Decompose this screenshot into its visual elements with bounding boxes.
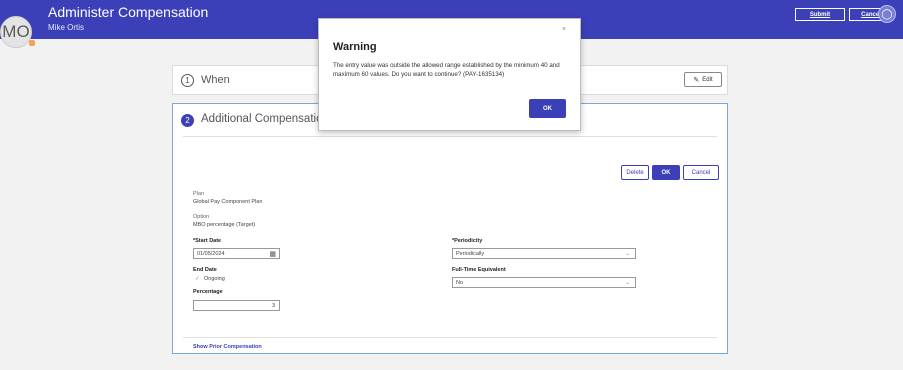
ongoing-label: Ongoing (204, 276, 225, 282)
periodicity-label: *Periodicity (452, 238, 483, 244)
edit-button[interactable]: ✎ Edit (684, 72, 722, 87)
screenshot-icon[interactable]: ◯ (878, 5, 896, 23)
percentage-label: Percentage (193, 289, 223, 295)
end-date-label: End Date (193, 267, 217, 273)
start-date-value: 01/05/2024 (197, 250, 225, 257)
calendar-icon[interactable]: ▦ (269, 250, 276, 258)
page-title: Administer Compensation (48, 4, 209, 20)
dialog-title: Warning (333, 41, 377, 53)
option-value: MBO percentage (Target) (193, 222, 256, 228)
chevron-down-icon: ⌄ (624, 280, 630, 286)
cancel-edit-button[interactable]: Cancel (683, 165, 719, 180)
start-date-input[interactable]: 01/05/2024 ▦ (193, 248, 280, 259)
plan-label: Plan (193, 191, 205, 197)
plan-value: Global Pay Component Plan (193, 199, 263, 205)
bottom-divider (183, 337, 717, 338)
close-icon[interactable]: × (562, 26, 566, 33)
avatar[interactable]: MO (0, 16, 32, 48)
additional-compensation-section: 2 Additional Compensation Delete OK Canc… (172, 103, 728, 354)
status-dot-icon (29, 40, 35, 46)
show-prior-compensation-link[interactable]: Show Prior Compensation (193, 344, 262, 350)
ok-button[interactable]: OK (652, 165, 680, 180)
user-name: Mike Ortis (48, 23, 84, 32)
step-number-1: 1 (181, 74, 194, 87)
fte-value: No (456, 279, 464, 286)
ongoing-checkbox[interactable]: ✓ (195, 276, 200, 282)
pencil-icon: ✎ (693, 76, 700, 84)
periodicity-value: Periodically (456, 250, 485, 257)
warning-dialog: × Warning The entry value was outside th… (318, 18, 581, 131)
chevron-down-icon: ⌄ (624, 251, 630, 257)
dialog-ok-button[interactable]: OK (529, 99, 566, 118)
submit-button[interactable]: Submit (795, 8, 845, 21)
step-number-2: 2 (181, 114, 194, 127)
option-label: Option (193, 214, 210, 220)
dialog-message: The entry value was outside the allowed … (333, 62, 560, 78)
start-date-label: *Start Date (193, 238, 222, 244)
when-title: When (201, 74, 230, 86)
delete-button[interactable]: Delete (621, 165, 649, 180)
percentage-input[interactable]: 3 (193, 300, 280, 311)
section-divider (183, 136, 717, 137)
fte-select[interactable]: No ⌄ (452, 277, 636, 288)
periodicity-select[interactable]: Periodically ⌄ (452, 248, 636, 259)
fte-label: Full-Time Equivalent (452, 267, 506, 273)
additional-compensation-title: Additional Compensation (201, 113, 329, 125)
edit-label: Edit (702, 76, 713, 83)
